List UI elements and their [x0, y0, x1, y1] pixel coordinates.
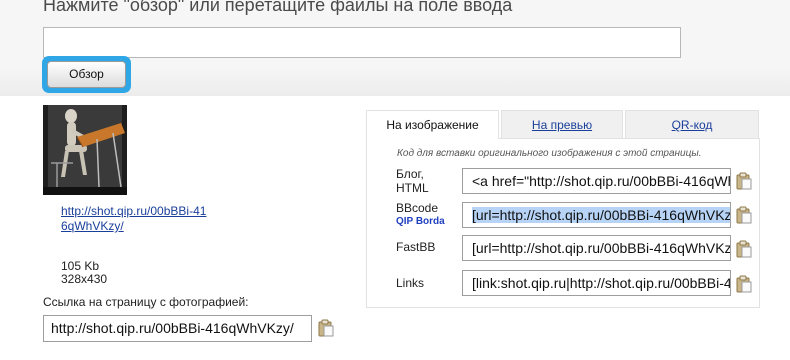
row-label-bbcode: BBcode QIP Borda: [396, 201, 445, 229]
tab-qr-code[interactable]: QR-код: [625, 110, 759, 138]
tab-on-image[interactable]: На изображение: [366, 110, 499, 139]
page-link-label: Ссылка на страницу с фотографией:: [43, 295, 249, 309]
image-thumbnail[interactable]: [43, 105, 127, 195]
file-size: 105 Kb: [61, 259, 100, 273]
upload-title: Нажмите "обзор" или перетащите файлы на …: [43, 0, 513, 15]
row-label-links: Links: [396, 276, 425, 290]
image-link[interactable]: http://shot.qip.ru/00bBBi-416qWhVKzy/: [61, 204, 211, 234]
row-label-blog-html: Блог, HTML: [396, 167, 454, 195]
embed-tabs: На изображение На превью QR-код: [366, 110, 760, 139]
clipboard-icon[interactable]: [317, 319, 335, 337]
selected-text: [url=http://shot.qip.ru/00bBBi-416qWhVKz…: [472, 207, 730, 223]
file-drop-input[interactable]: [43, 27, 681, 58]
clipboard-icon[interactable]: [735, 206, 753, 224]
row-label-fastbb: FastBB: [396, 240, 436, 254]
image-dimensions: 328x430: [61, 272, 108, 286]
panel-hint: Код для вставки оригинального изображени…: [397, 148, 702, 159]
row-label-text: BBcode: [396, 201, 439, 215]
code-field-links[interactable]: [link:shot.qip.ru|http://shot.qip.ru/00b…: [462, 270, 731, 296]
code-field-bbcode[interactable]: [url=http://shot.qip.ru/00bBBi-416qWhVKz…: [462, 202, 731, 228]
clipboard-icon[interactable]: [735, 275, 753, 293]
tab-on-preview[interactable]: На превью: [501, 110, 623, 138]
qip-borda-note: QIP Borda: [396, 216, 445, 227]
clipboard-icon[interactable]: [735, 172, 753, 190]
code-field-fastbb[interactable]: [url=http://shot.qip.ru/00bBBi-416qWhVKz…: [462, 235, 731, 261]
browse-button[interactable]: Обзор: [47, 61, 126, 88]
row-label-text: Блог, HTML: [396, 167, 429, 195]
code-field-blog-html[interactable]: <a href="http://shot.qip.ru/00bBBi-416qW…: [462, 168, 731, 194]
clipboard-icon[interactable]: [735, 240, 753, 258]
page-link-field[interactable]: http://shot.qip.ru/00bBBi-416qWhVKzy/: [43, 315, 312, 342]
